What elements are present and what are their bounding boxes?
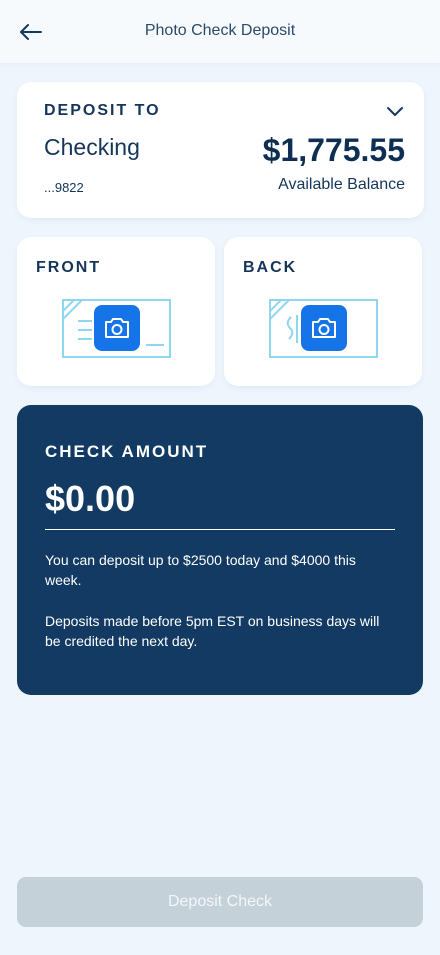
check-amount-input[interactable] (45, 469, 395, 529)
deposit-limit-text: You can deposit up to $2500 today and $4… (45, 552, 356, 588)
top-bar: Photo Check Deposit (0, 0, 440, 63)
amount-divider (45, 529, 395, 530)
available-balance-label: Available Balance (278, 176, 405, 193)
back-label: BACK (243, 259, 298, 276)
back-photo-card[interactable]: BACK (224, 237, 422, 386)
page-title: Photo Check Deposit (144, 22, 296, 39)
deposit-to-label: DEPOSIT TO (44, 102, 161, 119)
front-camera-button[interactable] (94, 305, 140, 351)
front-label: FRONT (36, 259, 102, 276)
check-amount-card: CHECK AMOUNT You can deposit up to $2500… (17, 405, 423, 695)
front-photo-card[interactable]: FRONT (17, 237, 215, 386)
camera-icon (105, 318, 129, 338)
account-name: Checking (44, 134, 140, 160)
deposit-check-button[interactable]: Deposit Check (17, 877, 423, 927)
available-balance-value: $1,775.55 (262, 132, 405, 168)
back-camera-button[interactable] (301, 305, 347, 351)
deposit-to-card[interactable]: DEPOSIT TO Checking ...9822 $1,775.55 Av… (17, 82, 424, 218)
deposit-cutoff-text: Deposits made before 5pm EST on business… (45, 613, 380, 649)
camera-icon (312, 318, 336, 338)
check-amount-label: CHECK AMOUNT (45, 442, 209, 461)
chevron-down-icon[interactable] (386, 104, 404, 118)
account-number: ...9822 (44, 180, 84, 195)
